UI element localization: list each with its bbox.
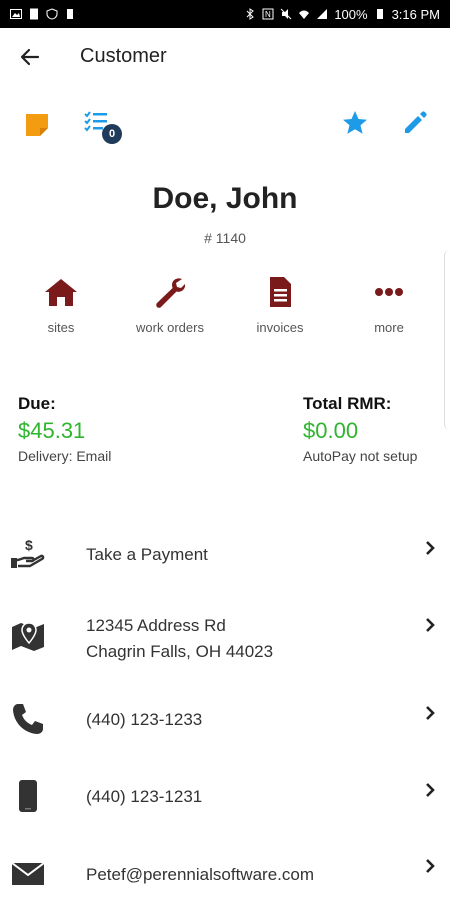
rmr-amount: $0.00 bbox=[303, 418, 359, 443]
chevron-right-icon bbox=[426, 859, 435, 873]
svg-text:N: N bbox=[265, 10, 271, 19]
chevron-right-icon bbox=[426, 706, 435, 720]
nav-invoices-label: invoices bbox=[256, 320, 304, 335]
wifi-icon bbox=[299, 10, 310, 19]
customer-number: # 1140 bbox=[204, 230, 246, 246]
side-panel-handle[interactable] bbox=[444, 250, 450, 430]
take-payment-row[interactable]: $ Take a Payment bbox=[0, 530, 450, 580]
signal-icon bbox=[317, 9, 328, 19]
battery-saver-icon bbox=[67, 9, 73, 19]
nav-work-orders-label: work orders bbox=[136, 320, 204, 335]
email-icon bbox=[11, 862, 45, 885]
due-delivery: Delivery: Email bbox=[18, 448, 112, 464]
svg-text:$: $ bbox=[25, 537, 33, 553]
nav-more-label: more bbox=[374, 320, 404, 335]
due-label: Due: bbox=[18, 394, 56, 413]
chevron-right-icon bbox=[426, 541, 435, 555]
due-amount: $45.31 bbox=[18, 418, 86, 443]
more-dots-icon bbox=[375, 288, 403, 296]
mobile-number: (440) 123-1231 bbox=[86, 787, 203, 806]
rmr-label: Total RMR: bbox=[303, 394, 392, 413]
battery-icon bbox=[376, 9, 383, 19]
address-row[interactable]: 12345 Address Rd Chagrin Falls, OH 44023 bbox=[0, 605, 450, 675]
mobile-row[interactable]: (440) 123-1231 bbox=[0, 772, 450, 822]
home-icon bbox=[45, 279, 77, 306]
customer-nav: sites work orders invoices more bbox=[0, 270, 450, 350]
map-icon bbox=[12, 622, 44, 651]
nfc-icon: N bbox=[262, 8, 274, 20]
battery-percent: 100% bbox=[334, 6, 368, 22]
nav-sites[interactable]: sites bbox=[6, 276, 116, 335]
chevron-right-icon bbox=[426, 618, 435, 632]
autopay-status: AutoPay not setup bbox=[303, 448, 418, 464]
phone-icon bbox=[13, 704, 43, 734]
nav-invoices[interactable]: invoices bbox=[225, 276, 335, 335]
mobile-phone-icon bbox=[19, 780, 37, 812]
status-time: 3:16 PM bbox=[391, 6, 440, 22]
document-icon bbox=[30, 8, 38, 20]
note-icon[interactable] bbox=[22, 110, 52, 140]
address-line-2: Chagrin Falls, OH 44023 bbox=[86, 642, 274, 661]
wrench-icon bbox=[156, 278, 186, 308]
chevron-right-icon bbox=[426, 783, 435, 797]
back-arrow-icon[interactable] bbox=[16, 43, 44, 71]
nav-work-orders[interactable]: work orders bbox=[115, 276, 225, 335]
take-payment-label: Take a Payment bbox=[86, 545, 208, 564]
nav-sites-label: sites bbox=[47, 320, 75, 335]
phone-row[interactable]: (440) 123-1233 bbox=[0, 695, 450, 745]
status-bar: N 100% 3:16 PM bbox=[0, 0, 450, 28]
address-line-1: 12345 Address Rd bbox=[86, 616, 226, 635]
bluetooth-icon bbox=[246, 8, 255, 20]
app-bar: Customer bbox=[0, 28, 450, 86]
phone-number: (440) 123-1233 bbox=[86, 710, 203, 729]
email-address: Petef@perennialsoftware.com bbox=[86, 865, 314, 884]
rmr-section: Total RMR: $0.00 AutoPay not setup bbox=[303, 394, 417, 464]
task-count-badge: 0 bbox=[102, 124, 122, 144]
email-row[interactable]: Petef@perennialsoftware.com bbox=[0, 850, 450, 900]
edit-pencil-icon[interactable] bbox=[400, 108, 430, 138]
mute-icon bbox=[280, 8, 292, 20]
customer-name: Doe, John bbox=[152, 182, 298, 215]
page-title: Customer bbox=[80, 45, 167, 67]
star-icon[interactable] bbox=[340, 108, 370, 138]
shield-icon bbox=[46, 8, 58, 20]
payment-hand-icon: $ bbox=[11, 537, 45, 568]
image-icon bbox=[10, 9, 22, 19]
document-icon bbox=[270, 277, 291, 307]
nav-more[interactable]: more bbox=[334, 276, 444, 335]
due-section: Due: $45.31 Delivery: Email bbox=[18, 394, 111, 464]
